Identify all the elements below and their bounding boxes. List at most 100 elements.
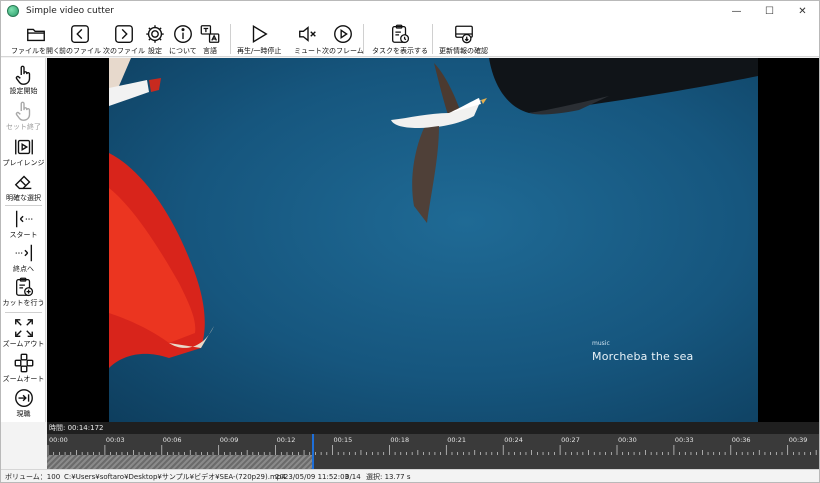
timeline-tick-label: 00:15: [333, 436, 353, 444]
volume-status: ボリューム：100: [5, 473, 61, 481]
window-controls: — ☐ ✕: [720, 1, 819, 21]
gear-icon: [146, 25, 164, 43]
timeline-tick-label: 00:18: [390, 436, 410, 444]
zoom-auto-icon: [14, 353, 33, 373]
next-file-button[interactable]: 次のファイル: [103, 22, 145, 56]
video-letterbox-right: [758, 58, 819, 422]
hand-pointer-icon: [15, 65, 30, 85]
do-cut-label: カットを行う: [2, 299, 45, 307]
seagull: [391, 63, 487, 223]
mute-button[interactable]: ミュート: [294, 22, 322, 56]
zoom-auto-button[interactable]: ズームオート: [1, 352, 46, 384]
current-time-bar: 時間: 00:14:172: [47, 422, 819, 434]
minimize-button[interactable]: —: [720, 1, 753, 21]
update-icon: [454, 25, 473, 44]
do-cut-button[interactable]: カットを行う: [1, 276, 46, 308]
timeline-tick-label: 00:36: [731, 436, 751, 444]
clear-selection-button[interactable]: 明確な選択: [1, 171, 46, 203]
set-start-button[interactable]: 設定開始: [1, 64, 46, 96]
app-logo-icon: [7, 5, 19, 17]
file-index-status: 0/14: [345, 473, 361, 481]
about-label: について: [169, 47, 197, 55]
sidebar-separator: [5, 205, 42, 206]
timeline-tick-label: 00:33: [674, 436, 694, 444]
show-tasks-label: タスクを表示する: [372, 47, 428, 55]
zoom-out-button[interactable]: ズームアウト: [1, 317, 46, 349]
video-frame: music Morcheba the sea: [109, 58, 758, 422]
go-end-icon: [15, 244, 32, 262]
timeline-tick-label: 00:06: [162, 436, 182, 444]
mute-label: ミュート: [294, 47, 322, 55]
edit-sidebar: 設定開始 セット終了 プレイレンジ 明確な選択 スタート 終点へ カットを行う: [1, 58, 46, 422]
timeline-tick-label: 00:00: [49, 436, 68, 444]
check-updates-label: 更新情報の確認: [439, 47, 488, 55]
play-range-icon: [14, 139, 33, 155]
language-icon: [200, 25, 220, 43]
settings-button[interactable]: 設定: [144, 22, 166, 56]
close-button[interactable]: ✕: [786, 1, 819, 21]
go-end-button[interactable]: 終点へ: [1, 242, 46, 274]
timeline-tick-label: 00:24: [504, 436, 523, 444]
video-caption-small: music: [592, 340, 610, 347]
clipboard-add-icon: [15, 277, 33, 297]
status-bar: ボリューム：100 C:¥Users¥softaro¥Desktop¥サンプル¥…: [1, 469, 819, 482]
toolbar-separator: [230, 24, 231, 54]
selection-status: 選択: 13.77 s: [366, 473, 411, 481]
timeline-tick-label: 00:21: [447, 436, 467, 444]
next-file-label: 次のファイル: [103, 47, 145, 55]
toolbar: ファイルを開く 前のファイル 次のファイル 設定 について 言語 再生/一時停止: [1, 21, 819, 57]
go-start-icon: [15, 210, 32, 228]
timeline-tick-label: 00:03: [105, 436, 125, 444]
show-tasks-button[interactable]: タスクを表示する: [372, 22, 428, 56]
zoom-out-label: ズームアウト: [2, 340, 45, 348]
preview-range-button[interactable]: プレイレンジ: [1, 136, 46, 168]
check-updates-button[interactable]: 更新情報の確認: [439, 22, 488, 56]
play-pause-button[interactable]: 再生/一時停止: [237, 22, 281, 56]
next-frame-label: 次のフレーム: [322, 47, 364, 55]
language-button[interactable]: 言語: [199, 22, 221, 56]
play-icon: [252, 24, 268, 44]
file-path-status: C:¥Users¥softaro¥Desktop¥サンプル¥ビデオ¥SEA-(7…: [64, 473, 286, 481]
about-button[interactable]: について: [169, 22, 197, 56]
window-title: Simple video cutter: [26, 6, 114, 16]
current-position-button[interactable]: 現職: [1, 387, 46, 419]
set-end-button[interactable]: セット終了: [1, 100, 46, 132]
timeline-playhead[interactable]: [312, 434, 314, 469]
video-player[interactable]: music Morcheba the sea: [47, 58, 758, 422]
clear-selection-label: 明確な選択: [6, 194, 41, 202]
timeline-ruler[interactable]: 00:00 00:03 00:06 00:09 00:12 00:15 00:18 00:21…: [47, 434, 819, 469]
preview-range-label: プレイレンジ: [2, 159, 45, 167]
open-file-button[interactable]: ファイルを開く: [11, 22, 60, 56]
language-label: 言語: [203, 47, 217, 55]
open-file-label: ファイルを開く: [11, 47, 60, 55]
timeline-tick-label: 00:27: [561, 436, 580, 444]
timeline-tick-label: 00:30: [618, 436, 637, 444]
info-icon: [173, 25, 192, 43]
set-end-label: セット終了: [6, 123, 41, 131]
toolbar-separator: [432, 24, 433, 54]
go-start-label: スタート: [9, 231, 38, 239]
prev-file-button[interactable]: 前のファイル: [59, 22, 101, 56]
next-frame-button[interactable]: 次のフレーム: [322, 22, 364, 56]
go-end-label: 終点へ: [13, 265, 34, 273]
sidebar-separator: [5, 312, 42, 313]
folder-icon: [26, 28, 45, 42]
timeline-selection-range[interactable]: [47, 455, 312, 469]
timeline-tick-label: 00:12: [276, 436, 296, 444]
title-bar: Simple video cutter — ☐ ✕: [1, 1, 819, 21]
file-date-status: 2023/05/09 11:52:03: [275, 473, 350, 481]
clipboard-clock-icon: [392, 24, 410, 44]
maximize-button[interactable]: ☐: [753, 1, 786, 21]
settings-label: 設定: [148, 47, 162, 55]
hand-pointer-icon: [15, 101, 30, 121]
play-pause-label: 再生/一時停止: [237, 47, 282, 55]
chevron-right-icon: [115, 25, 133, 43]
next-frame-icon: [333, 25, 352, 43]
timeline-tick-label: 00:39: [788, 436, 808, 444]
zoom-out-icon: [14, 319, 33, 337]
speaker-mute-icon: [299, 26, 316, 42]
eraser-icon: [14, 175, 31, 190]
go-start-button[interactable]: スタート: [1, 208, 46, 240]
current-position-icon: [14, 389, 33, 407]
toolbar-separator: [363, 24, 364, 54]
